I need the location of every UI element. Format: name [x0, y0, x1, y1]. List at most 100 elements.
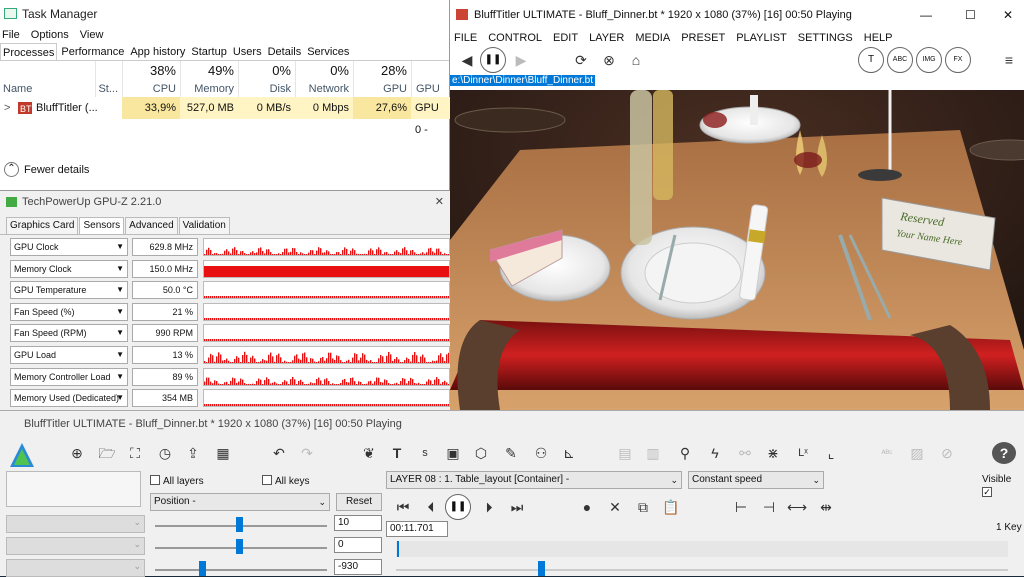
add-picture-layer-icon[interactable]: IMG	[916, 47, 942, 73]
tab-services[interactable]: Services	[305, 43, 351, 60]
close-icon[interactable]: ✕	[435, 191, 444, 213]
back-arrow-icon[interactable]: ◀	[456, 49, 478, 71]
delete-key-icon[interactable]: ✕	[604, 496, 626, 518]
column-network[interactable]: 0% Network	[295, 61, 353, 97]
copy-style-icon[interactable]: ▥	[642, 442, 664, 464]
text-layer-icon[interactable]: T	[386, 442, 408, 464]
paint-icon[interactable]: ❦	[358, 442, 380, 464]
lx-icon[interactable]: Lˣ	[792, 442, 814, 464]
minimize-icon[interactable]: —	[920, 0, 932, 30]
fewer-details-button[interactable]: ⌃ Fewer details	[4, 161, 89, 179]
import-folder-icon[interactable]: ⇪	[182, 442, 204, 464]
speed-select[interactable]: Constant speed ⌄	[688, 471, 824, 489]
timeline-scroll-track[interactable]	[396, 569, 1008, 571]
column-status[interactable]: St...	[95, 61, 122, 97]
timeline-track[interactable]	[396, 541, 1008, 557]
column-memory[interactable]: 49% Memory	[180, 61, 238, 97]
layer-select[interactable]: LAYER 08 : 1. Table_layout [Container] -…	[386, 471, 682, 489]
refresh-icon[interactable]: ⟳	[570, 49, 592, 71]
menu-preset[interactable]: PRESET	[681, 30, 725, 46]
open-folder-icon[interactable]: 🗁	[96, 442, 118, 464]
next-key-icon[interactable]: ⏵	[478, 496, 500, 518]
x-slider-thumb[interactable]	[236, 517, 243, 532]
all-layers-checkbox[interactable]: All layers	[150, 475, 204, 488]
picture-layer-icon[interactable]: ▣	[442, 442, 464, 464]
all-keys-checkbox[interactable]: All keys	[262, 475, 309, 488]
tab-processes[interactable]: Processes	[0, 43, 58, 60]
group-icon[interactable]: ⚯	[734, 442, 756, 464]
link-icon[interactable]: ⚲	[674, 442, 696, 464]
align-right-icon[interactable]: ⊣	[758, 496, 780, 518]
subtitle-layer-icon[interactable]: s	[414, 442, 436, 464]
tab-details[interactable]: Details	[266, 43, 304, 60]
menu-file[interactable]: File	[2, 29, 20, 41]
add-text-layer-icon[interactable]: T	[858, 47, 884, 73]
process-row-blufftitler[interactable]: > BT BluffTitler (... 33,9% 527,0 MB 0 M…	[0, 97, 450, 136]
channel-select-2[interactable]: ⌄	[6, 537, 145, 555]
brush-icon[interactable]: ✎	[500, 442, 522, 464]
fx-preset-icon[interactable]: ⊘	[936, 442, 958, 464]
home-icon[interactable]: ⌂	[625, 49, 647, 71]
hamburger-menu-icon[interactable]: ≡	[998, 49, 1020, 71]
z-value-field[interactable]: -930	[334, 559, 382, 575]
menu-options[interactable]: Options	[31, 29, 69, 41]
timeline-playhead[interactable]	[397, 541, 399, 557]
tab-app-history[interactable]: App history	[128, 43, 187, 60]
close-icon[interactable]: ✕	[1003, 0, 1013, 30]
corner-icon[interactable]: ⌞	[820, 442, 842, 464]
tab-performance[interactable]: Performance	[59, 43, 126, 60]
menu-control[interactable]: CONTROL	[488, 30, 542, 46]
image-preset-icon[interactable]: ▨	[906, 442, 928, 464]
sensor-name-select[interactable]: GPU Temperature ▼	[10, 281, 128, 300]
pause-button[interactable]: ❚❚	[480, 47, 506, 73]
row-expand-chevron-icon[interactable]: >	[4, 97, 14, 119]
prev-key-icon[interactable]: ⏴	[420, 496, 442, 518]
timeline-scroll-thumb[interactable]	[538, 561, 545, 576]
stop-icon[interactable]: ⊗	[598, 49, 620, 71]
x-value-field[interactable]: 10	[334, 515, 382, 531]
tab-advanced[interactable]: Advanced	[125, 217, 178, 234]
reset-button[interactable]: Reset	[336, 493, 382, 511]
undo-icon[interactable]: ↶	[268, 442, 290, 464]
menu-layer[interactable]: LAYER	[589, 30, 624, 46]
sensor-name-select[interactable]: Memory Used (Dedicated) ▼	[10, 389, 128, 408]
sensor-name-select[interactable]: Fan Speed (RPM) ▼	[10, 324, 128, 343]
last-key-icon[interactable]: ⏭	[506, 496, 528, 518]
add-circle-icon[interactable]: ⊕	[66, 442, 88, 464]
shapes-icon[interactable]: ⚇	[530, 442, 552, 464]
sensor-name-select[interactable]: GPU Clock ▼	[10, 238, 128, 256]
tab-validation[interactable]: Validation	[178, 217, 230, 234]
sensor-name-select[interactable]: Fan Speed (%) ▼	[10, 302, 128, 321]
add-fx-layer-icon[interactable]: FX	[945, 47, 971, 73]
tab-sensors[interactable]: Sensors	[79, 217, 125, 234]
maximize-icon[interactable]: ☐	[965, 0, 976, 30]
menu-settings[interactable]: SETTINGS	[798, 30, 853, 46]
y-value-field[interactable]: 0	[334, 537, 382, 553]
menu-help[interactable]: HELP	[864, 30, 893, 46]
visible-checkbox[interactable]: Visible ✓	[982, 474, 1024, 498]
column-cpu[interactable]: 38% CPU	[122, 61, 180, 97]
sensor-name-select[interactable]: GPU Load ▼	[10, 346, 128, 364]
align-left-icon[interactable]: ⊢	[730, 496, 752, 518]
sensor-name-select[interactable]: Memory Clock ▼	[10, 259, 128, 278]
property-select[interactable]: Position - ⌄	[150, 493, 330, 511]
file-path-field[interactable]: e:\Dinner\Dinner\Bluff_Dinner.bt	[450, 74, 1024, 88]
menu-playlist[interactable]: PLAYLIST	[736, 30, 787, 46]
forward-arrow-icon[interactable]: ▶	[510, 49, 532, 71]
split-icon[interactable]: ⇹	[815, 496, 837, 518]
add-abc-layer-icon[interactable]: ABC	[887, 47, 913, 73]
menu-media[interactable]: MEDIA	[635, 30, 670, 46]
time-field[interactable]: 00:11.701	[386, 521, 448, 537]
help-button[interactable]: ?	[992, 442, 1016, 464]
paste-key-icon[interactable]: 📋	[660, 496, 682, 518]
column-disk[interactable]: 0% Disk	[238, 61, 295, 97]
lightning-icon[interactable]: ϟ	[704, 442, 726, 464]
stretch-icon[interactable]: ⟷	[786, 496, 808, 518]
film-icon[interactable]: ▦	[212, 442, 234, 464]
cube-layer-icon[interactable]: ⬡	[470, 442, 492, 464]
resolution-icon[interactable]: ⛶	[124, 442, 146, 464]
menu-edit[interactable]: EDIT	[553, 30, 578, 46]
sensor-name-select[interactable]: Memory Controller Load ▼	[10, 367, 128, 386]
channel-select-3[interactable]: ⌄	[6, 559, 145, 577]
column-gpu[interactable]: 28% GPU	[353, 61, 411, 97]
